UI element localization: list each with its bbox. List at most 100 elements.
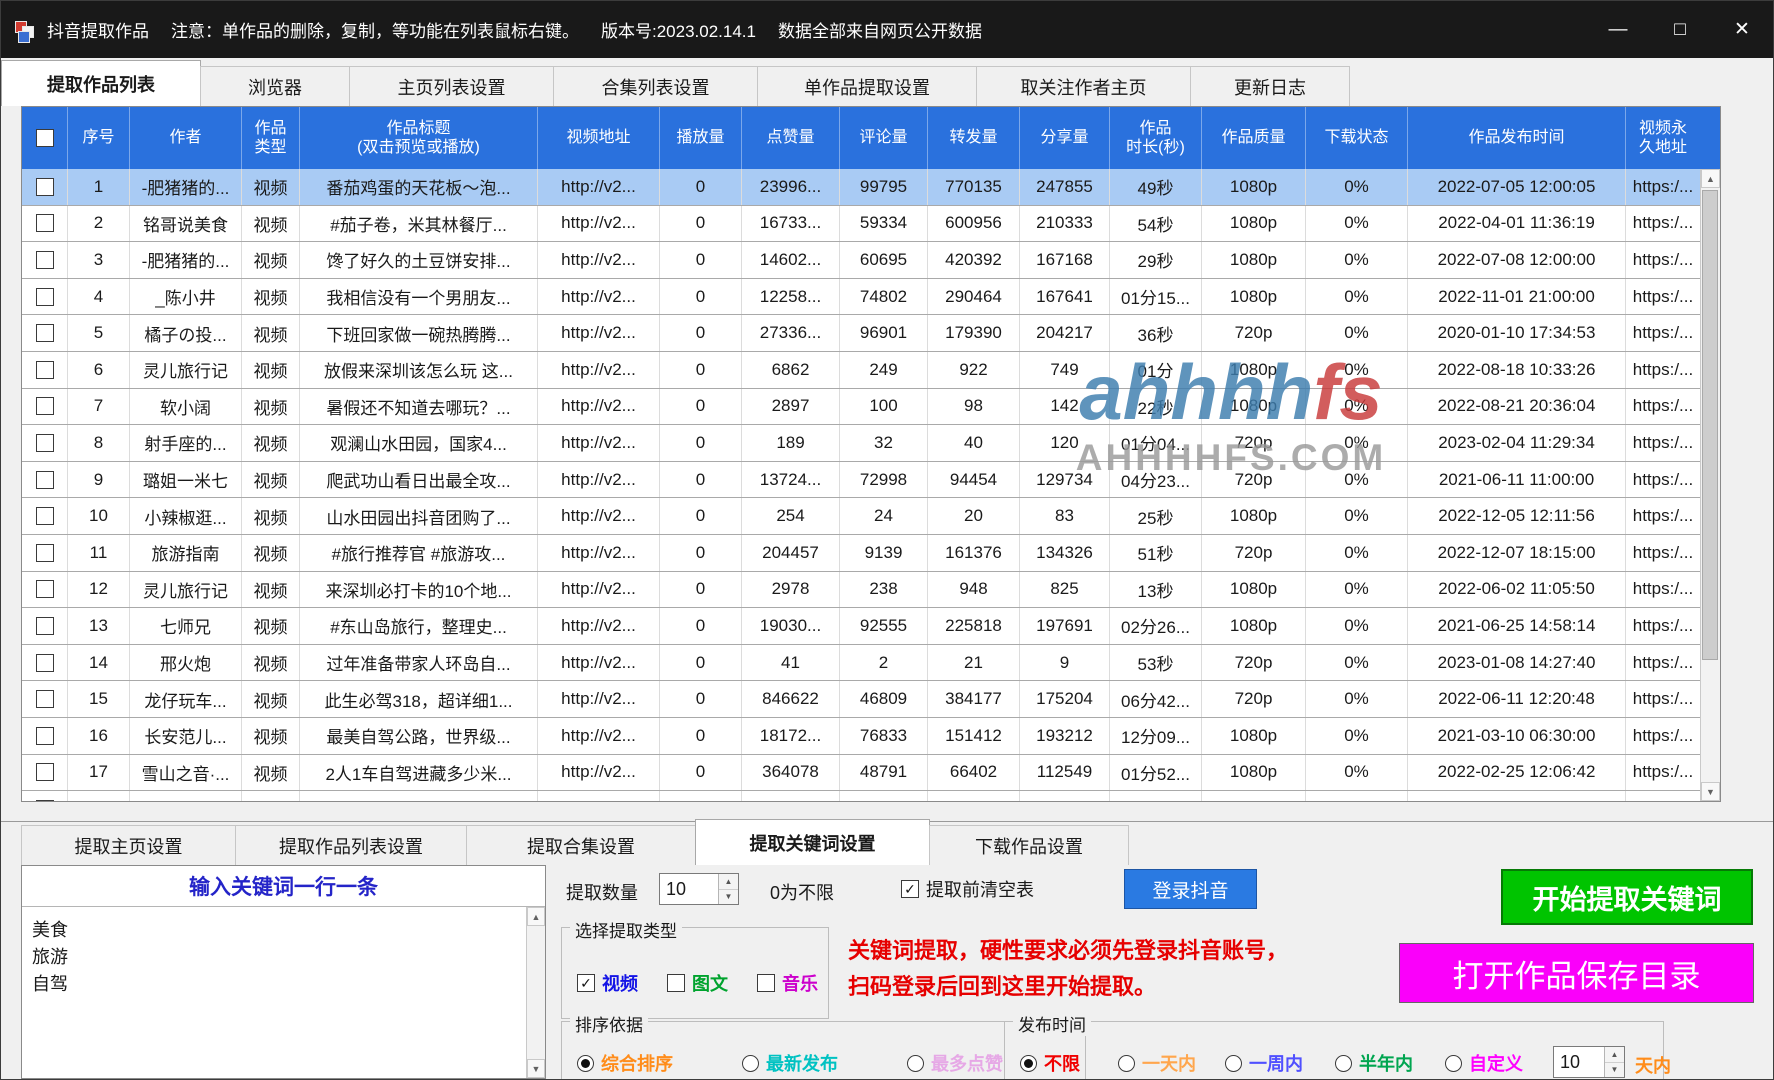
keyword-scrollbar[interactable]: ▲ ▼ bbox=[526, 907, 545, 1078]
radio-icon[interactable] bbox=[1445, 1055, 1462, 1072]
row-checkbox[interactable] bbox=[36, 288, 54, 306]
row-checkbox[interactable] bbox=[36, 800, 54, 801]
type-option-3[interactable]: 音乐 bbox=[757, 970, 818, 996]
scroll-up-icon[interactable]: ▲ bbox=[527, 907, 545, 926]
table-row[interactable]: 1-肥猪猪的...视频番茄鸡蛋的天花板～泡...http://v2...0239… bbox=[22, 169, 1700, 206]
minimize-icon[interactable]: — bbox=[1587, 1, 1649, 58]
table-cell: http://v2... bbox=[538, 572, 660, 608]
table-cell: http://v2... bbox=[538, 718, 660, 754]
bottom-tab-5[interactable]: 下载作品设置 bbox=[929, 825, 1129, 865]
table-row[interactable]: 17雪山之音·...视频2人1车自驾进藏多少米...http://v2...03… bbox=[22, 755, 1700, 792]
days-value[interactable]: 10 bbox=[1554, 1047, 1604, 1077]
radio-icon[interactable] bbox=[577, 1055, 594, 1072]
table-row[interactable]: 3-肥猪猪的...视频馋了好久的土豆饼安排...http://v2...0146… bbox=[22, 242, 1700, 279]
radio-icon[interactable] bbox=[1335, 1055, 1352, 1072]
clear-checkbox[interactable]: ✓ bbox=[901, 880, 919, 898]
login-douyin-button[interactable]: 登录抖音 bbox=[1124, 869, 1257, 909]
row-checkbox[interactable] bbox=[36, 507, 54, 525]
type-checkbox[interactable] bbox=[667, 974, 685, 992]
spinner-up-icon[interactable]: ▲ bbox=[1605, 1047, 1624, 1063]
table-row[interactable]: 4_陈小井视频我相信没有一个男朋友...http://v2...012258..… bbox=[22, 279, 1700, 316]
row-checkbox[interactable] bbox=[36, 324, 54, 342]
row-checkbox[interactable] bbox=[36, 727, 54, 745]
row-checkbox-cell bbox=[22, 425, 68, 461]
row-checkbox[interactable] bbox=[36, 178, 54, 196]
row-checkbox[interactable] bbox=[36, 617, 54, 635]
tab-6[interactable]: 取关注作者主页 bbox=[976, 66, 1191, 106]
open-save-directory-button[interactable]: 打开作品保存目录 bbox=[1399, 943, 1754, 1003]
spinner-up-icon[interactable]: ▲ bbox=[719, 874, 738, 890]
radio-icon[interactable] bbox=[742, 1055, 759, 1072]
row-checkbox[interactable] bbox=[36, 654, 54, 672]
bottom-tab-2[interactable]: 提取作品列表设置 bbox=[235, 825, 467, 865]
tab-3[interactable]: 主页列表设置 bbox=[349, 66, 554, 106]
row-checkbox[interactable] bbox=[36, 434, 54, 452]
table-cell: 2022-08-18 10:33:26 bbox=[1408, 352, 1626, 388]
scrollbar-thumb[interactable] bbox=[1702, 190, 1718, 660]
bottom-tab-1[interactable]: 提取主页设置 bbox=[21, 825, 236, 865]
table-row[interactable]: 12灵儿旅行记视频来深圳必打卡的10个地...http://v2...02978… bbox=[22, 572, 1700, 609]
bottom-tab-3[interactable]: 提取合集设置 bbox=[466, 825, 696, 865]
tab-2[interactable]: 浏览器 bbox=[200, 66, 350, 106]
radio-icon[interactable] bbox=[1118, 1055, 1135, 1072]
tab-7[interactable]: 更新日志 bbox=[1190, 66, 1350, 106]
select-all-checkbox[interactable] bbox=[36, 129, 54, 147]
radio-icon[interactable] bbox=[907, 1055, 924, 1072]
type-option-1[interactable]: ✓视频 bbox=[577, 970, 638, 996]
row-checkbox[interactable] bbox=[36, 763, 54, 781]
time-option-2[interactable]: 一天内 bbox=[1118, 1050, 1196, 1076]
spinner-down-icon[interactable]: ▼ bbox=[719, 890, 738, 905]
keyword-textarea[interactable]: 美食旅游自驾 bbox=[22, 907, 526, 1078]
count-value[interactable]: 10 bbox=[660, 874, 718, 904]
sort-option-1[interactable]: 综合排序 bbox=[577, 1050, 673, 1076]
row-checkbox[interactable] bbox=[36, 690, 54, 708]
table-row[interactable]: 14邢火炮视频过年准备带家人环岛自...http://v2...04122195… bbox=[22, 645, 1700, 682]
table-row[interactable]: 18驾驶大师...视频大理古城，世界太需要...http://v2...0181… bbox=[22, 791, 1700, 801]
table-row[interactable]: 2铭哥说美食视频#茄子卷，米其林餐厅...http://v2...016733.… bbox=[22, 206, 1700, 243]
time-option-5[interactable]: 自定义 bbox=[1445, 1050, 1523, 1076]
scroll-down-icon[interactable]: ▼ bbox=[1701, 782, 1720, 801]
table-row[interactable]: 16长安范儿...视频最美自驾公路，世界级...http://v2...0181… bbox=[22, 718, 1700, 755]
table-vertical-scrollbar[interactable]: ▲ ▼ bbox=[1700, 169, 1720, 801]
table-row[interactable]: 7软小阔视频暑假还不知道去哪玩？...http://v2...028971009… bbox=[22, 389, 1700, 426]
tab-1[interactable]: 提取作品列表 bbox=[1, 60, 201, 106]
table-row[interactable]: 13七师兄视频#东山岛旅行，整理史...http://v2...019030..… bbox=[22, 608, 1700, 645]
maximize-icon[interactable]: □ bbox=[1649, 1, 1711, 58]
radio-icon[interactable] bbox=[1020, 1055, 1037, 1072]
days-spinner[interactable]: 10 ▲ ▼ bbox=[1553, 1046, 1625, 1078]
type-checkbox[interactable]: ✓ bbox=[577, 974, 595, 992]
tab-4[interactable]: 合集列表设置 bbox=[553, 66, 758, 106]
tab-5[interactable]: 单作品提取设置 bbox=[757, 66, 977, 106]
spinner-down-icon[interactable]: ▼ bbox=[1605, 1063, 1624, 1078]
time-option-3[interactable]: 一周内 bbox=[1225, 1050, 1303, 1076]
sort-option-3[interactable]: 最多点赞 bbox=[907, 1050, 1003, 1076]
table-row[interactable]: 9璐姐一米七视频爬武功山看日出最全攻...http://v2...013724.… bbox=[22, 462, 1700, 499]
row-checkbox[interactable] bbox=[36, 544, 54, 562]
row-checkbox[interactable] bbox=[36, 251, 54, 269]
close-icon[interactable]: ✕ bbox=[1711, 1, 1773, 58]
table-row[interactable]: 5橘子の投...视频下班回家做一碗热腾腾...http://v2...02733… bbox=[22, 315, 1700, 352]
row-checkbox[interactable] bbox=[36, 361, 54, 379]
table-row[interactable]: 6灵儿旅行记视频放假来深圳该怎么玩 这...http://v2...068622… bbox=[22, 352, 1700, 389]
bottom-tab-4[interactable]: 提取关键词设置 bbox=[695, 819, 930, 865]
row-checkbox[interactable] bbox=[36, 471, 54, 489]
scroll-down-icon[interactable]: ▼ bbox=[527, 1059, 545, 1078]
time-option-1[interactable]: 不限 bbox=[1020, 1050, 1080, 1076]
table-row[interactable]: 15龙仔玩车...视频此生必驾318，超详细1...http://v2...08… bbox=[22, 681, 1700, 718]
sort-option-2[interactable]: 最新发布 bbox=[742, 1050, 838, 1076]
table-row[interactable]: 11旅游指南视频#旅行推荐官 #旅游攻...http://v2...020445… bbox=[22, 535, 1700, 572]
table-row[interactable]: 8射手座的...视频观澜山水田园，国家4...http://v2...01893… bbox=[22, 425, 1700, 462]
clear-before-extract-option[interactable]: ✓ 提取前清空表 bbox=[901, 876, 1034, 902]
time-option-4[interactable]: 半年内 bbox=[1335, 1050, 1413, 1076]
table-cell: 0% bbox=[1306, 681, 1408, 717]
type-option-2[interactable]: 图文 bbox=[667, 970, 728, 996]
count-spinner[interactable]: 10 ▲ ▼ bbox=[659, 873, 739, 905]
row-checkbox[interactable] bbox=[36, 580, 54, 598]
table-row[interactable]: 10小辣椒逛...视频山水田园出抖音团购了...http://v2...0254… bbox=[22, 498, 1700, 535]
scroll-up-icon[interactable]: ▲ bbox=[1701, 169, 1720, 188]
radio-icon[interactable] bbox=[1225, 1055, 1242, 1072]
type-checkbox[interactable] bbox=[757, 974, 775, 992]
row-checkbox[interactable] bbox=[36, 214, 54, 232]
row-checkbox[interactable] bbox=[36, 397, 54, 415]
start-extract-keywords-button[interactable]: 开始提取关键词 bbox=[1501, 869, 1753, 925]
